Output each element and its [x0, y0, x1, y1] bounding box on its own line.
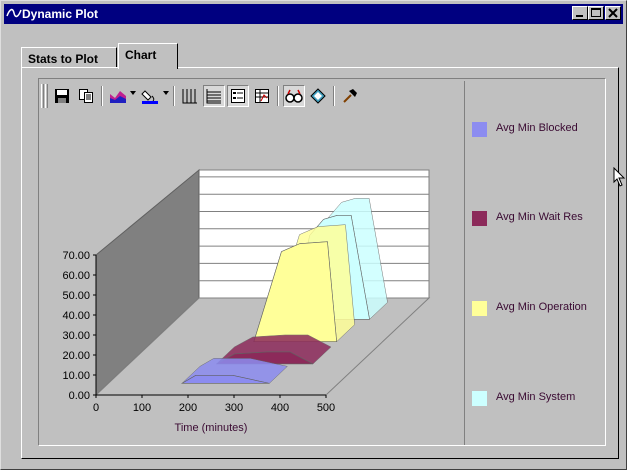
horizontal-grid-icon	[206, 89, 221, 104]
toolbar-grip[interactable]	[41, 84, 44, 108]
legend-swatch-wait-res	[472, 211, 487, 226]
x-axis-title: Time (minutes)	[175, 422, 248, 434]
legend-item-wait-res[interactable]: Avg Min Wait Res	[472, 209, 604, 226]
legend-label-system: Avg Min System	[496, 391, 576, 403]
toolbar-separator-3	[277, 86, 279, 106]
toolbar-separator-4	[333, 86, 335, 106]
y-tick-label: 30.00	[62, 330, 90, 342]
legend-icon	[231, 89, 245, 103]
tab-stats-to-plot[interactable]: Stats to Plot	[21, 47, 117, 69]
chart-svg: 0.00 10.00 20.00 30.00 40.00 50.00 60.00 70.00 0…	[62, 168, 431, 434]
legend-label-operation: Avg Min Operation	[496, 301, 587, 313]
chart-type-button[interactable]	[107, 85, 129, 107]
x-tick-label: 300	[225, 402, 243, 414]
3d-view-icon	[285, 89, 303, 103]
y-tick-label: 40.00	[62, 310, 90, 322]
maximize-icon	[591, 8, 601, 17]
save-icon	[55, 89, 69, 103]
toolbar-grip-2	[45, 84, 48, 108]
x-tick-label: 500	[317, 402, 335, 414]
title-bar[interactable]: Dynamic Plot	[4, 4, 623, 24]
x-tick-label: 400	[271, 402, 289, 414]
properties-icon	[343, 89, 357, 103]
y-tick-label: 10.00	[62, 370, 90, 382]
legend-item-blocked[interactable]: Avg Min Blocked	[472, 120, 604, 137]
legend-item-system[interactable]: Avg Min System	[472, 389, 604, 406]
3d-view-button[interactable]	[283, 85, 305, 107]
toolbar-separator	[101, 86, 103, 106]
close-button[interactable]	[605, 6, 621, 20]
chart-type-icon	[110, 91, 126, 103]
legend-swatch-blocked	[472, 122, 487, 137]
y-tick-label: 20.00	[62, 350, 90, 362]
close-icon	[608, 8, 618, 18]
window-bottom-border	[4, 461, 623, 467]
chart-toolbar	[41, 81, 461, 111]
rotate-icon	[310, 88, 326, 104]
plot-app-icon	[6, 8, 22, 18]
copy-button[interactable]	[75, 85, 97, 107]
dynamic-plot-window: Dynamic Plot Stats to Plot Chart 0.00 10…	[0, 0, 627, 470]
data-table-icon	[255, 89, 269, 103]
toolbar-separator-2	[173, 86, 175, 106]
y-tick-label: 70.00	[62, 250, 90, 262]
window-title: Dynamic Plot	[22, 7, 99, 21]
x-tick-label: 200	[179, 402, 197, 414]
color-fill-dropdown-arrow[interactable]	[163, 91, 169, 95]
chart-legend: Avg Min Blocked Avg Min Wait Res Avg Min…	[464, 81, 604, 445]
legend-swatch-operation	[472, 301, 487, 316]
tab-chart[interactable]: Chart	[118, 43, 178, 69]
y-tick-label: 50.00	[62, 290, 90, 302]
legend-label-blocked: Avg Min Blocked	[496, 122, 578, 134]
legend-button[interactable]	[227, 85, 249, 107]
chart-type-dropdown-arrow[interactable]	[130, 91, 136, 95]
color-fill-button[interactable]	[139, 85, 161, 107]
horizontal-grid-button[interactable]	[203, 85, 225, 107]
mouse-cursor-icon	[613, 167, 626, 187]
minimize-icon	[576, 15, 583, 17]
legend-label-wait-res: Avg Min Wait Res	[496, 211, 583, 223]
x-tick-label: 0	[93, 402, 99, 414]
vertical-grid-button[interactable]	[179, 85, 201, 107]
copy-icon	[79, 89, 93, 103]
minimize-button[interactable]	[572, 6, 588, 20]
legend-swatch-system	[472, 391, 487, 406]
color-fill-icon	[141, 90, 158, 104]
data-table-button[interactable]	[251, 85, 273, 107]
y-tick-label: 0.00	[69, 390, 90, 402]
save-button[interactable]	[51, 85, 73, 107]
vertical-grid-icon	[182, 89, 197, 104]
rotate-button[interactable]	[307, 85, 329, 107]
legend-item-operation[interactable]: Avg Min Operation	[472, 299, 604, 316]
y-tick-label: 60.00	[62, 270, 90, 282]
plot-area[interactable]: 0.00 10.00 20.00 30.00 40.00 50.00 60.00 70.00 0…	[41, 114, 462, 445]
properties-button[interactable]	[339, 85, 361, 107]
maximize-button[interactable]	[588, 6, 604, 20]
x-tick-label: 100	[133, 402, 151, 414]
